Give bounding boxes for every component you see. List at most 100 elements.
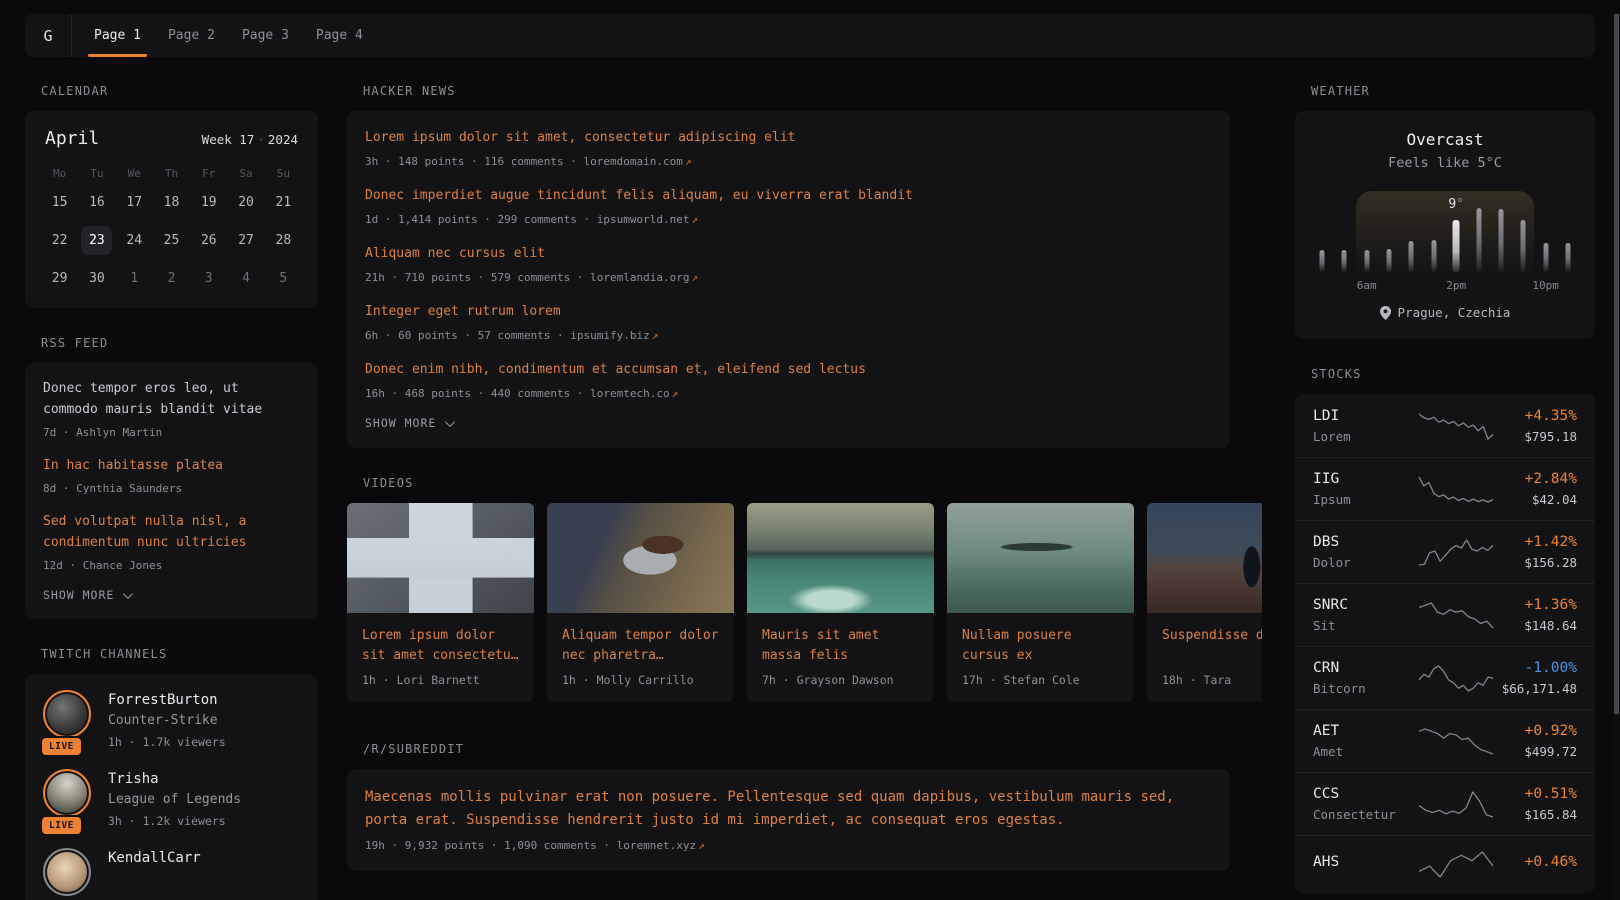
calendar-day: 22 [41, 225, 78, 256]
video-card[interactable]: Suspendisse diam 18h · Tara [1147, 503, 1262, 702]
video-title[interactable]: Nullam posuere cursus ex [962, 626, 1119, 666]
calendar-day-label: 30 [81, 264, 112, 293]
calendar-day-label: 29 [44, 264, 75, 293]
stock-name: Dolor [1313, 555, 1417, 571]
weather-time-label: 10pm [1532, 279, 1559, 292]
hackernews-item-title[interactable]: Donec enim nibh, condimentum et accumsan… [365, 359, 1212, 380]
stock-symbol[interactable]: AHS [1313, 853, 1417, 872]
video-card[interactable]: Aliquam tempor dolor nec pharetra… 1h · … [547, 503, 734, 702]
videos-widget: Lorem ipsum dolor sit amet consectetu… 1… [347, 503, 1262, 702]
tab-page-3[interactable]: Page 3 [242, 14, 289, 57]
rss-item-title[interactable]: In hac habitasse platea [43, 455, 300, 476]
stock-change: +4.35% [1495, 407, 1577, 426]
top-nav: G Page 1 Page 2 Page 3 Page 4 [25, 14, 1595, 57]
rss-item-title[interactable]: Sed volutpat nulla nisl, a condimentum n… [43, 511, 300, 553]
stock-symbol[interactable]: DBS [1313, 533, 1417, 552]
twitch-channel-info: ForrestBurton Counter-Strike 1h · 1.7k v… [108, 690, 226, 750]
twitch-channel-name[interactable]: ForrestBurton [108, 690, 226, 710]
video-title[interactable]: Mauris sit amet massa felis [762, 626, 919, 666]
calendar-day: 27 [227, 225, 264, 256]
video-card-body: Suspendisse diam 18h · Tara [1147, 613, 1262, 702]
avatar [43, 848, 91, 896]
calendar-day-label: 28 [268, 226, 299, 255]
stock-symbol[interactable]: AET [1313, 722, 1417, 741]
show-more-label: SHOW MORE [43, 588, 114, 602]
weather-bar [1453, 220, 1460, 272]
video-card[interactable]: Nullam posuere cursus ex 17h · Stefan Co… [947, 503, 1134, 702]
calendar-weekday: Tu [78, 167, 115, 180]
stock-row: DBSDolor +1.42%$156.28 [1295, 520, 1595, 583]
twitch-channel-game: League of Legends [108, 791, 241, 809]
middle-column: HACKER NEWS Lorem ipsum dolor sit amet, … [347, 84, 1230, 871]
weather-bar [1498, 209, 1503, 272]
subreddit-post-title[interactable]: Maecenas mollis pulvinar erat non posuer… [365, 786, 1212, 832]
hackernews-show-more-button[interactable]: SHOW MORE [365, 416, 1212, 430]
video-meta: 18h · Tara [1162, 673, 1262, 688]
stock-change: +2.84% [1495, 470, 1577, 489]
twitch-channel-row[interactable]: KendallCarr [43, 848, 300, 896]
calendar-day-label: 22 [44, 226, 75, 255]
video-card[interactable]: Mauris sit amet massa felis 7h · Grayson… [747, 503, 934, 702]
calendar-week-label: Week 17 [202, 132, 255, 147]
stocks-widget: LDILorem +4.35%$795.18 IIGIpsum +2.84%$4… [1295, 394, 1595, 893]
tab-page-4[interactable]: Page 4 [316, 14, 363, 57]
location-pin-icon [1380, 306, 1391, 320]
video-title[interactable]: Suspendisse diam [1162, 626, 1262, 666]
calendar-day: 20 [227, 187, 264, 218]
video-title[interactable]: Lorem ipsum dolor sit amet consectetu… [362, 626, 519, 666]
video-card[interactable]: Lorem ipsum dolor sit amet consectetu… 1… [347, 503, 534, 702]
video-thumbnail [1147, 503, 1262, 613]
twitch-channel-meta: 3h · 1.2k viewers [108, 813, 241, 829]
stock-sparkline [1417, 725, 1495, 757]
hackernews-item-title[interactable]: Integer eget rutrum lorem [365, 301, 1212, 322]
stock-symbol[interactable]: IIG [1313, 470, 1417, 489]
twitch-avatar-wrap: LIVE [43, 769, 93, 829]
stock-price: $795.18 [1495, 429, 1577, 445]
stock-symbol[interactable]: LDI [1313, 407, 1417, 426]
hackernews-item-title[interactable]: Aliquam nec cursus elit [365, 243, 1212, 264]
external-link-icon[interactable]: ↗ [696, 839, 705, 852]
stock-name: Sit [1313, 618, 1417, 634]
rss-show-more-button[interactable]: SHOW MORE [43, 588, 300, 602]
tab-page-1[interactable]: Page 1 [94, 14, 141, 57]
stock-symbol[interactable]: CRN [1313, 659, 1417, 678]
scrollbar-thumb[interactable] [1614, 14, 1619, 714]
hackernews-item-title[interactable]: Donec imperdiet augue tincidunt felis al… [365, 185, 1212, 206]
weather-bar [1476, 208, 1481, 272]
twitch-channel-name[interactable]: KendallCarr [108, 848, 201, 868]
twitch-channel-name[interactable]: Trisha [108, 769, 241, 789]
stock-row: SNRCSit +1.36%$148.64 [1295, 583, 1595, 646]
stock-name: Ipsum [1313, 492, 1417, 508]
calendar-weekday: Fr [190, 167, 227, 180]
stock-row: IIGIpsum +2.84%$42.04 [1295, 457, 1595, 520]
video-title[interactable]: Aliquam tempor dolor nec pharetra… [562, 626, 719, 666]
stock-row: AETAmet +0.92%$499.72 [1295, 709, 1595, 772]
stock-row: AHS +0.46% [1295, 835, 1595, 892]
twitch-channel-row[interactable]: LIVE Trisha League of Legends 3h · 1.2k … [43, 769, 300, 829]
stock-symbol[interactable]: SNRC [1313, 596, 1417, 615]
weather-bar [1364, 250, 1369, 272]
calendar-day: 25 [153, 225, 190, 256]
weather-location: Prague, Czechia [1322, 305, 1568, 320]
stock-symbol[interactable]: CCS [1313, 785, 1417, 804]
weather-time-labels: 6am2pm10pm [1322, 279, 1568, 293]
app-logo[interactable]: G [25, 14, 72, 57]
page-scrollbar[interactable] [1613, 14, 1620, 900]
hackernews-item-title[interactable]: Lorem ipsum dolor sit amet, consectetur … [365, 127, 1212, 148]
calendar-month: April [45, 128, 99, 149]
external-link-icon[interactable]: ↗ [690, 213, 699, 226]
twitch-channel-row[interactable]: LIVE ForrestBurton Counter-Strike 1h · 1… [43, 690, 300, 750]
stock-change: -1.00% [1495, 659, 1577, 678]
external-link-icon[interactable]: ↗ [670, 387, 679, 400]
rss-item-title[interactable]: Donec tempor eros leo, ut commodo mauris… [43, 378, 300, 420]
external-link-icon[interactable]: ↗ [650, 329, 659, 342]
twitch-avatar-wrap: LIVE [43, 690, 93, 750]
weather-feels-like: Feels like 5°C [1322, 155, 1568, 172]
calendar-day: 23 [78, 225, 115, 256]
left-column: CALENDAR April Week 17·2024 MoTuWeThFrSa… [25, 84, 318, 900]
external-link-icon[interactable]: ↗ [683, 155, 692, 168]
stock-name: Amet [1313, 744, 1417, 760]
tab-page-2[interactable]: Page 2 [168, 14, 215, 57]
calendar-day-label: 18 [156, 188, 187, 217]
external-link-icon[interactable]: ↗ [690, 271, 699, 284]
